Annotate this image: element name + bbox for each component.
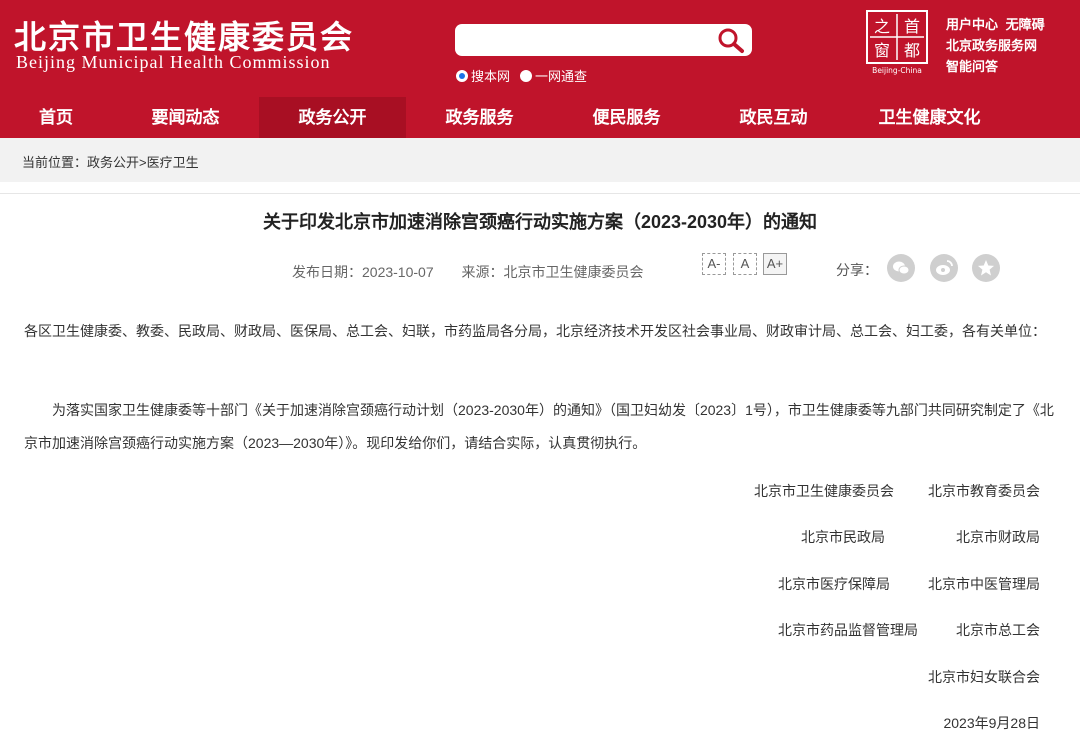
nav-gov-services[interactable]: 政务服务 [406, 97, 553, 138]
seal-char-4: 都 [904, 41, 920, 60]
signatory: 北京市中医管理局 [928, 576, 1040, 592]
seal-char-2: 首 [904, 17, 920, 36]
search-scope-all-radio[interactable] [520, 69, 533, 82]
gov-service-link[interactable]: 北京政务服务网 [946, 38, 1037, 53]
breadcrumb: 当前位置：政务公开>医疗卫生 [22, 152, 199, 171]
body-paragraph: 为落实国家卫生健康委等十部门《关于加速消除宫颈癌行动计划（2023-2030年）… [24, 402, 1054, 451]
font-increase-button[interactable]: A+ [763, 253, 787, 275]
article-source: 来源：北京市卫生健康委员会 [462, 264, 644, 280]
nav-public-services[interactable]: 便民服务 [553, 97, 700, 138]
source-value: 北京市卫生健康委员会 [503, 264, 644, 280]
search-box [455, 24, 752, 56]
font-decrease-button[interactable]: A- [702, 253, 726, 275]
signatory: 北京市卫生健康委员会 [754, 483, 894, 499]
search-scope-site-label[interactable]: 搜本网 [471, 66, 510, 85]
search-scope-all-label[interactable]: 一网通查 [535, 66, 587, 85]
share-favorite-button[interactable] [972, 254, 1000, 282]
publish-date-label: 发布日期： [292, 264, 362, 280]
seal-char-1: 之 [874, 17, 890, 36]
article-meta: 发布日期：2023-10-07 来源：北京市卫生健康委员会 [292, 262, 668, 282]
content-divider [0, 193, 1080, 194]
sign-date: 2023年9月28日 [943, 715, 1040, 731]
signatory: 北京市妇女联合会 [928, 669, 1040, 685]
signatory: 北京市财政局 [956, 529, 1040, 545]
nav-home[interactable]: 首页 [0, 97, 112, 138]
site-logo-english[interactable]: Beijing Municipal Health Commission [16, 52, 330, 73]
publish-date: 发布日期：2023-10-07 [292, 264, 434, 280]
source-label: 来源： [461, 264, 504, 280]
nav-health-culture[interactable]: 卫生健康文化 [847, 97, 1012, 138]
weibo-icon [936, 260, 953, 275]
share-weibo-button[interactable] [930, 254, 958, 282]
capital-window-seal-logo[interactable]: 之 首 窗 都 Beijing-China [866, 10, 928, 76]
signatory: 北京市教育委员会 [928, 483, 1040, 499]
search-scope-site-radio[interactable] [456, 69, 468, 82]
publish-date-value: 2023-10-07 [362, 264, 434, 280]
user-center-link[interactable]: 用户中心 [946, 17, 998, 32]
nav-news[interactable]: 要闻动态 [112, 97, 259, 138]
search-button[interactable] [716, 26, 746, 54]
breadcrumb-gov-affairs[interactable]: 政务公开 [87, 155, 139, 170]
share-wechat-button[interactable] [887, 254, 915, 282]
site-header: 北京市卫生健康委员会 Beijing Municipal Health Comm… [0, 0, 1080, 138]
top-links: 用户中心 无障碍 北京政务服务网 智能问答 [946, 14, 1045, 77]
smart-qa-link[interactable]: 智能问答 [946, 59, 998, 74]
share-label: 分享： [836, 262, 878, 278]
breadcrumb-prefix: 当前位置： [22, 155, 88, 170]
wechat-icon [893, 261, 910, 275]
accessibility-link[interactable]: 无障碍 [1006, 17, 1045, 32]
breadcrumb-separator: > [139, 155, 147, 170]
signatory: 北京市医疗保障局 [778, 576, 890, 592]
search-input[interactable] [465, 28, 705, 52]
font-reset-button[interactable]: A [733, 253, 757, 275]
recipients-paragraph: 各区卫生健康委、教委、民政局、财政局、医保局、总工会、妇联，市药监局各分局，北京… [24, 323, 1046, 339]
breadcrumb-bar: 当前位置：政务公开>医疗卫生 [0, 138, 1080, 182]
breadcrumb-medical[interactable]: 医疗卫生 [147, 155, 199, 170]
signatory: 北京市药品监督管理局 [778, 622, 918, 638]
signatory: 北京市民政局 [801, 529, 885, 545]
search-scope-options: 搜本网 一网通查 [456, 66, 597, 85]
favorite-icon [978, 260, 994, 276]
nav-gov-affairs[interactable]: 政务公开 [259, 97, 406, 138]
main-nav: 首页 要闻动态 政务公开 政务服务 便民服务 政民互动 卫生健康文化 [0, 97, 1080, 138]
signatory: 北京市总工会 [956, 622, 1040, 638]
seal-caption: Beijing-China [872, 66, 922, 75]
search-icon [718, 28, 744, 53]
seal-char-3: 窗 [874, 41, 890, 60]
article-title: 关于印发北京市加速消除宫颈癌行动实施方案（2023-2030年）的通知 [262, 212, 818, 232]
nav-interaction[interactable]: 政民互动 [700, 97, 847, 138]
